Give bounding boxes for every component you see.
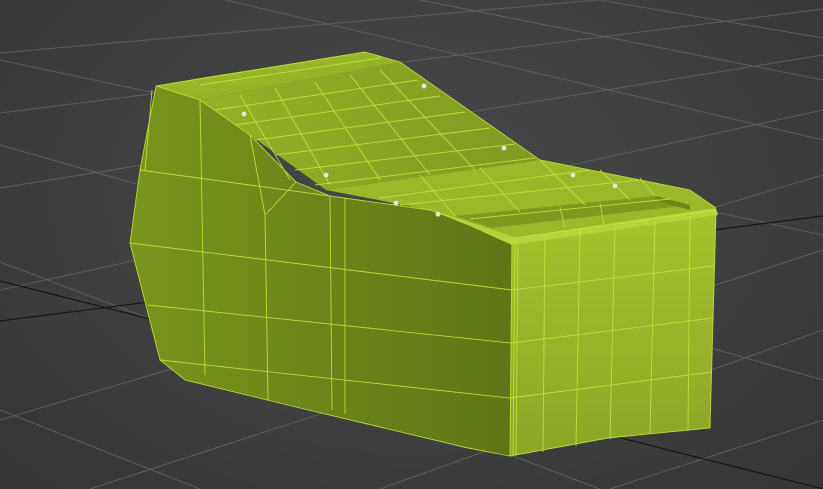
perspective-viewport[interactable] <box>0 0 823 489</box>
model-front-face <box>510 213 716 456</box>
viewport-scene[interactable] <box>0 0 823 489</box>
green-model[interactable] <box>129 51 718 457</box>
